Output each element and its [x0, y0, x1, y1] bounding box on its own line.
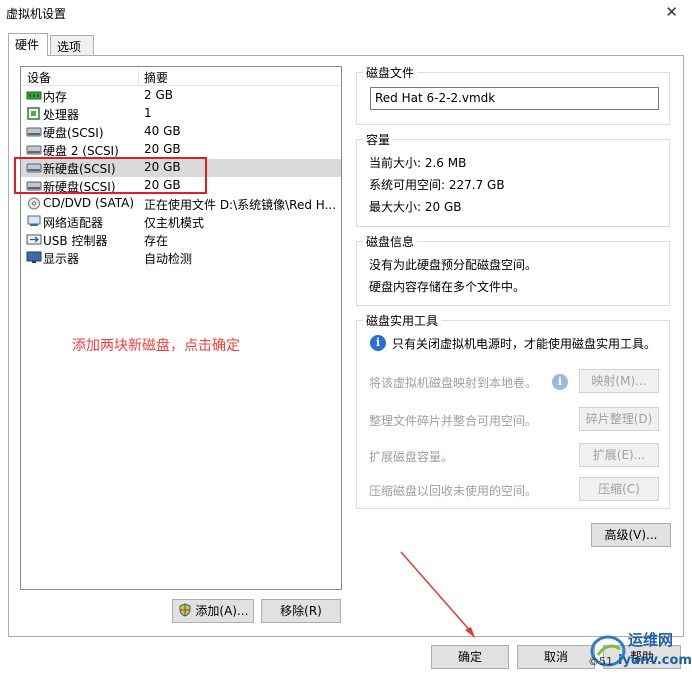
watermark-line-1: 运维网 — [628, 631, 674, 649]
device-name: 处理器 — [43, 108, 80, 122]
device-summary: 仅主机模式 — [144, 216, 205, 230]
device-name: 内存 — [43, 90, 68, 104]
column-summary[interactable]: 摘要 — [144, 69, 168, 86]
watermark-prefix: ©51 — [588, 655, 613, 668]
device-list-header: 设备 摘要 — [21, 67, 341, 86]
column-separator — [138, 69, 139, 84]
info-icon: i — [370, 335, 386, 351]
device-summary: 正在使用文件 D:\系统镜像\Red H... — [144, 198, 337, 212]
tab-options[interactable]: 选项 — [50, 35, 94, 55]
disk-info-title: 磁盘信息 — [363, 233, 418, 250]
title-bar: 虚拟机设置 ✕ — [0, 0, 692, 28]
device-row-network-adapter[interactable]: 网络适配器 仅主机模式 — [21, 213, 341, 231]
hard-disk-icon — [26, 145, 42, 155]
add-button[interactable]: 添加(A)... — [172, 599, 254, 623]
available-space: 系统可用空间: 227.7 GB — [369, 178, 505, 192]
disk-file-title: 磁盘文件 — [363, 64, 418, 81]
device-name: 网络适配器 — [43, 216, 104, 230]
add-button-label: 添加(A)... — [195, 604, 249, 618]
highlight-box — [14, 157, 207, 194]
disk-file-group: 磁盘文件 Red Hat 6-2-2.vmdk — [356, 64, 670, 125]
hard-disk-icon — [26, 127, 42, 137]
device-summary: 自动检测 — [144, 252, 193, 266]
disk-utilities-title: 磁盘实用工具 — [363, 312, 442, 329]
expand-button[interactable]: 扩展(E)... — [579, 443, 659, 467]
device-name: 显示器 — [43, 252, 80, 266]
close-icon[interactable]: ✕ — [665, 3, 678, 21]
current-size: 当前大小: 2.6 MB — [369, 156, 467, 170]
max-size: 最大大小: 20 GB — [369, 200, 462, 214]
expand-label: 扩展磁盘容量。 — [369, 450, 454, 464]
annotation-arrow — [400, 551, 475, 638]
device-row-usb-controller[interactable]: USB 控制器 存在 — [21, 231, 341, 249]
device-summary: 40 GB — [144, 124, 181, 138]
annotation-text: 添加两块新磁盘，点击确定 — [72, 338, 240, 354]
usb-icon — [26, 234, 42, 245]
device-row-hard-disk[interactable]: 硬盘(SCSI) 40 GB — [21, 123, 341, 141]
device-list[interactable]: 设备 摘要 内存 2 GB 处理器 1 硬盘(SCSI) 40 GB 硬盘 2 — [20, 66, 342, 590]
map-button[interactable]: 映射(M)... — [579, 369, 659, 393]
tab-hardware[interactable]: 硬件 — [8, 33, 48, 56]
capacity-group: 容量 当前大小: 2.6 MB 系统可用空间: 227.7 GB 最大大小: 2… — [356, 131, 670, 227]
device-row-memory[interactable]: 内存 2 GB — [21, 87, 341, 105]
disk-utilities-group: 磁盘实用工具 i 只有关闭虚拟机电源时，才能使用磁盘实用工具。 将该虚拟机磁盘映… — [356, 312, 670, 509]
disk-info-line-1: 没有为此硬盘预分配磁盘空间。 — [369, 258, 538, 272]
defrag-label: 整理文件碎片并整合可用空间。 — [369, 414, 538, 428]
watermark-line-2: iyunv.com — [618, 653, 692, 668]
device-name: USB 控制器 — [43, 234, 108, 248]
defrag-button[interactable]: 碎片整理(D) — [579, 407, 659, 431]
device-name: 硬盘(SCSI) — [43, 126, 104, 140]
device-row-display[interactable]: 显示器 自动检测 — [21, 249, 341, 267]
display-icon — [26, 251, 42, 263]
map-label: 将该虚拟机磁盘映射到本地卷。 — [369, 376, 538, 390]
utilities-note: 只有关闭虚拟机电源时，才能使用磁盘实用工具。 — [392, 337, 657, 351]
cancel-button[interactable]: 取消 — [517, 645, 595, 669]
column-device[interactable]: 设备 — [27, 69, 51, 86]
watermark: 运维网 ©51 iyunv.com — [588, 625, 692, 675]
ok-button[interactable]: 确定 — [431, 645, 509, 669]
info-icon: i — [552, 374, 568, 390]
compact-label: 压缩磁盘以回收未使用的空间。 — [369, 484, 538, 498]
disk-file-field[interactable]: Red Hat 6-2-2.vmdk — [370, 87, 659, 110]
disk-info-group: 磁盘信息 没有为此硬盘预分配磁盘空间。 硬盘内容存储在多个文件中。 — [356, 233, 670, 306]
disk-info-line-2: 硬盘内容存储在多个文件中。 — [369, 280, 526, 294]
network-adapter-icon — [27, 215, 41, 226]
cd-dvd-icon — [28, 197, 40, 210]
remove-button[interactable]: 移除(R) — [261, 599, 341, 623]
device-summary: 2 GB — [144, 88, 173, 102]
device-row-processor[interactable]: 处理器 1 — [21, 105, 341, 123]
compact-button[interactable]: 压缩(C) — [579, 477, 659, 501]
device-summary: 存在 — [144, 234, 169, 248]
device-summary: 20 GB — [144, 142, 181, 156]
shield-icon — [179, 603, 191, 617]
device-name: CD/DVD (SATA) — [43, 196, 135, 210]
window-title: 虚拟机设置 — [6, 7, 67, 21]
processor-icon — [27, 107, 40, 120]
device-summary: 1 — [144, 106, 152, 120]
memory-icon — [26, 91, 42, 100]
device-row-cd-dvd[interactable]: CD/DVD (SATA) 正在使用文件 D:\系统镜像\Red H... — [21, 195, 341, 213]
capacity-title: 容量 — [363, 131, 394, 148]
advanced-button[interactable]: 高级(V)... — [591, 523, 671, 547]
